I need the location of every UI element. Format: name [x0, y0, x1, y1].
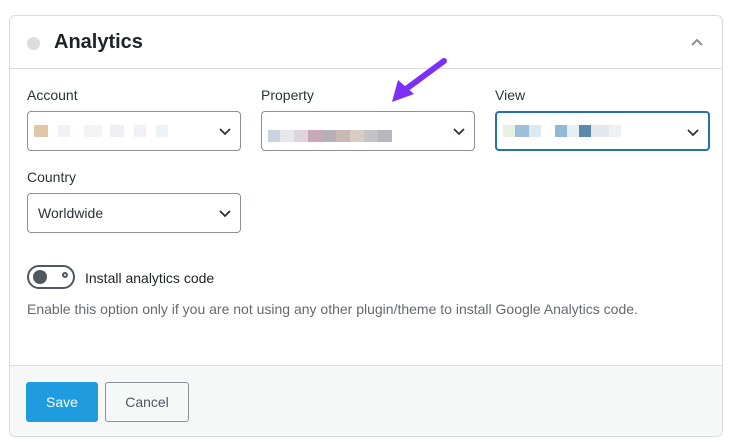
property-label: Property — [261, 87, 314, 103]
analytics-panel: Analytics Account Property View Country … — [9, 15, 723, 437]
toggle-label: Install analytics code — [85, 270, 215, 286]
redacted-value — [268, 126, 392, 146]
status-dot — [27, 37, 40, 50]
property-select[interactable] — [261, 111, 475, 151]
help-text: Enable this option only if you are not u… — [27, 301, 638, 317]
toggle-off-indicator — [62, 272, 68, 278]
country-label: Country — [27, 169, 77, 185]
panel-footer: Save Cancel — [10, 365, 722, 436]
chevron-down-icon — [453, 128, 465, 136]
panel-title: Analytics — [54, 31, 143, 53]
panel-header[interactable]: Analytics — [10, 16, 722, 69]
country-value: Worldwide — [38, 205, 104, 221]
redacted-value — [503, 121, 621, 141]
toggle-knob — [33, 270, 47, 284]
view-label: View — [495, 87, 526, 103]
chevron-down-icon — [219, 210, 231, 218]
account-label: Account — [27, 87, 78, 103]
chevron-up-icon[interactable] — [688, 34, 706, 52]
redacted-value — [34, 121, 168, 141]
country-select[interactable]: Worldwide — [27, 193, 241, 233]
chevron-down-icon — [219, 128, 231, 136]
arrow-icon — [392, 58, 447, 102]
cancel-button[interactable]: Cancel — [105, 382, 189, 422]
account-select[interactable] — [27, 111, 241, 151]
view-select[interactable] — [495, 111, 710, 151]
chevron-down-icon — [687, 129, 699, 137]
save-button[interactable]: Save — [26, 382, 98, 422]
install-analytics-toggle[interactable] — [27, 265, 75, 289]
